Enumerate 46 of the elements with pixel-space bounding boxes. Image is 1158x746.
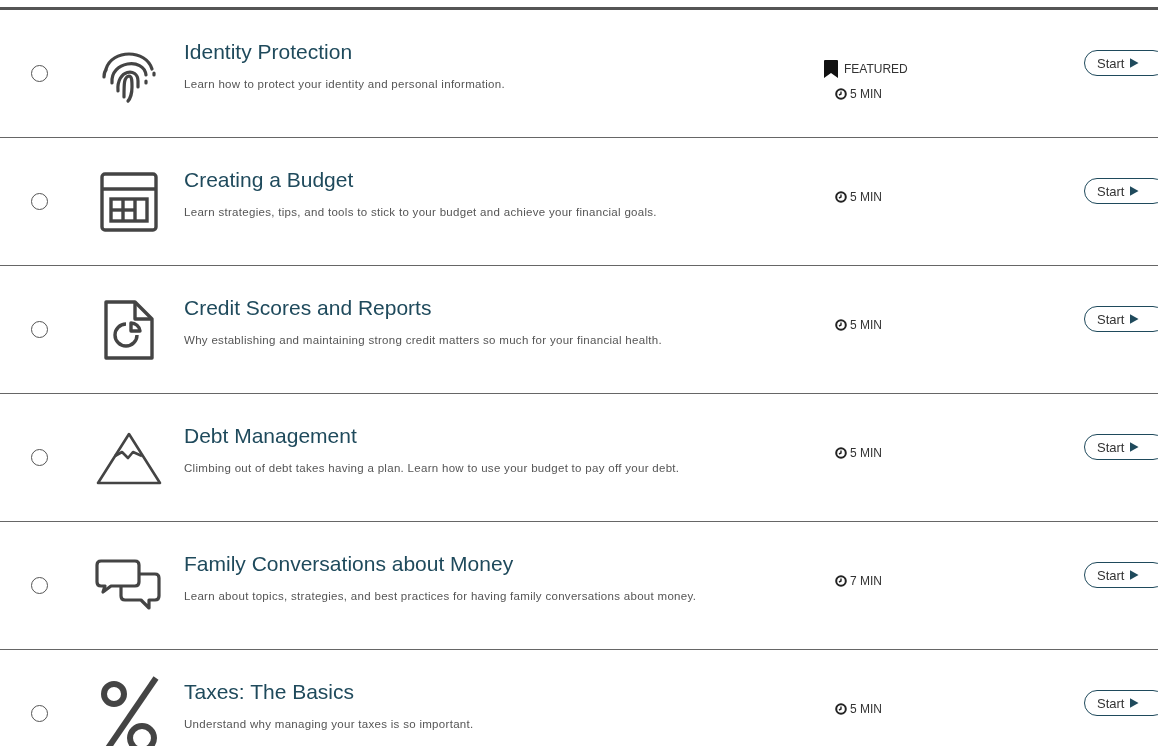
start-button[interactable]: Start	[1084, 306, 1158, 332]
play-icon	[1130, 569, 1139, 581]
calendar-icon	[99, 170, 159, 233]
duration-label: 5 MIN	[850, 318, 882, 332]
play-icon	[1130, 185, 1139, 197]
play-icon	[1130, 57, 1139, 69]
start-button[interactable]: Start	[1084, 434, 1158, 460]
course-title: Family Conversations about Money	[184, 552, 515, 576]
start-button[interactable]: Start	[1084, 690, 1158, 716]
clock-icon	[835, 319, 847, 331]
duration-label: 5 MIN	[850, 702, 882, 716]
course-title: Creating a Budget	[184, 168, 355, 192]
clock-icon	[835, 703, 847, 715]
play-icon	[1130, 441, 1139, 453]
duration-label: 5 MIN	[850, 446, 882, 460]
duration-label: 5 MIN	[850, 190, 882, 204]
start-button[interactable]: Start	[1084, 178, 1158, 204]
play-icon	[1130, 697, 1139, 709]
radio-button[interactable]	[31, 577, 48, 594]
clock-icon	[835, 88, 847, 100]
radio-button[interactable]	[31, 65, 48, 82]
duration-label: 5 MIN	[850, 87, 882, 101]
course-description: Learn how to protect your identity and personal information.	[184, 77, 506, 92]
document-chart-icon	[103, 298, 155, 361]
start-button[interactable]: Start	[1084, 50, 1158, 76]
course-description: Understand why managing your taxes is so important.	[184, 717, 475, 732]
radio-button[interactable]	[31, 193, 48, 210]
featured-label: FEATURED	[844, 62, 908, 76]
clock-icon	[835, 191, 847, 203]
duration-label: 7 MIN	[850, 574, 882, 588]
course-description: Learn about topics, strategies, and best practices for having family conversations about money.	[184, 589, 698, 604]
course-description: Learn strategies, tips, and tools to stick to your budget and achieve your financial goals.	[184, 205, 658, 220]
course-description: Climbing out of debt takes having a plan. Learn how to use your budget to pay off your debt.	[184, 461, 681, 476]
radio-button[interactable]	[31, 321, 48, 338]
course-title: Taxes: The Basics	[184, 680, 356, 704]
course-title: Credit Scores and Reports	[184, 296, 433, 320]
play-icon	[1130, 313, 1139, 325]
radio-button[interactable]	[31, 705, 48, 722]
course-title: Debt Management	[184, 424, 358, 448]
course-title: Identity Protection	[184, 40, 354, 64]
course-description: Why establishing and maintaining strong credit matters so much for your financial health.	[184, 333, 663, 348]
start-button[interactable]: Start	[1084, 562, 1158, 588]
clock-icon	[835, 575, 847, 587]
radio-button[interactable]	[31, 449, 48, 466]
bookmark-icon	[824, 60, 838, 78]
clock-icon	[835, 447, 847, 459]
